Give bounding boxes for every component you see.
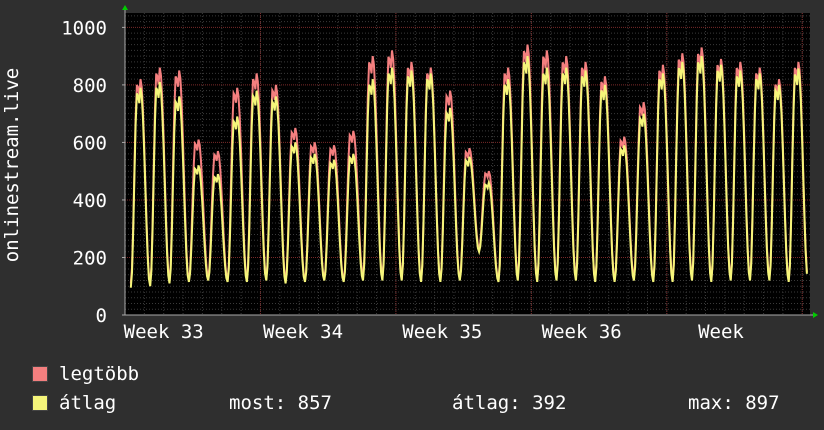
y-tick-label: 400 <box>73 190 107 212</box>
legend-swatch-avg <box>32 395 48 411</box>
y-tick-label: 200 <box>73 247 107 269</box>
y-tick-label: 600 <box>73 132 107 154</box>
x-tick-labels: Week 33 Week 34 Week 35 Week 36 Week <box>124 321 745 343</box>
legend-label-avg: átlag <box>59 392 117 414</box>
stat-max: max: 897 <box>688 392 780 414</box>
y-axis-label: onlinestream.live <box>1 68 23 262</box>
stat-avg: átlag: 392 <box>452 392 567 414</box>
x-tick-label: Week 33 <box>124 321 204 343</box>
y-tick-label: 1000 <box>61 17 107 39</box>
y-tick-labels: 0 200 400 600 800 1000 <box>61 17 107 327</box>
y-tick-label: 0 <box>96 305 107 327</box>
legend-swatch-max <box>32 366 48 382</box>
chart-svg: 02004006008001000 Week 33 Week 34 Week 35 W… <box>1 5 818 343</box>
y-axis-arrow <box>122 5 128 10</box>
x-tick-label: Week 36 <box>542 321 622 343</box>
x-axis-arrow <box>813 312 818 318</box>
stat-most: most: 857 <box>229 392 332 414</box>
x-tick-label: Week <box>698 321 744 343</box>
x-tick-label: Week 35 <box>402 321 482 343</box>
x-tick-label: Week 34 <box>263 321 343 343</box>
legend-label-max: legtöbb <box>59 363 140 385</box>
y-tick-label: 800 <box>73 75 107 97</box>
